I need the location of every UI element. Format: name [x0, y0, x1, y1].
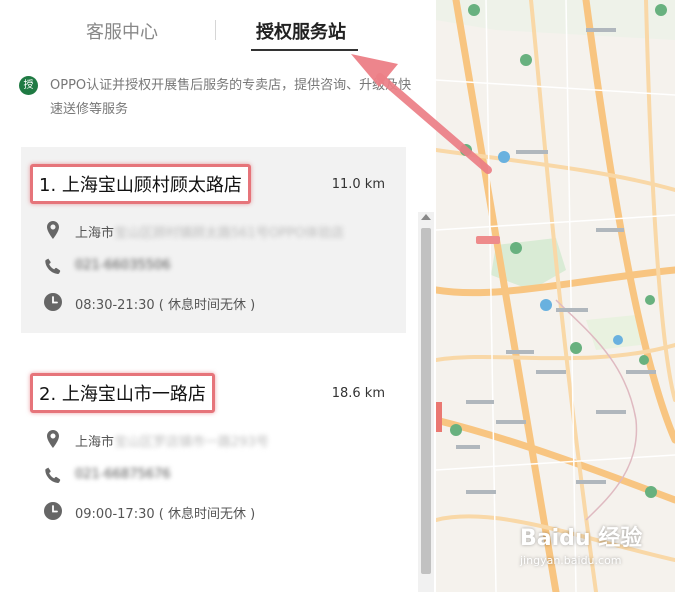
map-canvas	[436, 0, 675, 592]
map-view[interactable]	[436, 0, 675, 592]
store-name[interactable]: 2. 上海宝山市一路店	[30, 373, 215, 413]
notice-text: OPPO认证并授权开展售后服务的专卖店，提供咨询、升级及快速送修等服务	[50, 78, 412, 117]
clock-icon	[44, 293, 62, 311]
scrollbar[interactable]	[418, 212, 434, 592]
store-card[interactable]: 1. 上海宝山顾村顾太路店 11.0 km 上海市宝山区顾村镇顾太路561号OP…	[21, 147, 406, 333]
clock-icon	[44, 502, 62, 520]
tab-authorized-stations[interactable]: 授权服务站	[256, 18, 346, 44]
store-name[interactable]: 1. 上海宝山顾村顾太路店	[30, 164, 251, 204]
active-tab-underline	[251, 49, 358, 51]
scrollbar-thumb[interactable]	[421, 228, 431, 574]
store-distance: 11.0 km	[331, 177, 385, 192]
scroll-up-arrow-icon[interactable]	[421, 214, 431, 220]
store-phone-blurred[interactable]: 021-66035506	[75, 258, 171, 273]
phone-icon	[45, 467, 61, 483]
tab-divider	[215, 20, 216, 40]
store-locator-panel: 客服中心 授权服务站 授 OPPO认证并授权开展售后服务的专卖店，提供咨询、升级…	[0, 0, 436, 592]
watermark-url: jingyan.baidu.com	[520, 554, 622, 567]
store-hours: 08:30-21:30 ( 休息时间无休 )	[75, 298, 256, 313]
store-city: 上海市	[75, 226, 115, 241]
store-hours: 09:00-17:30 ( 休息时间无休 )	[75, 507, 256, 522]
store-distance: 18.6 km	[331, 386, 385, 401]
store-card[interactable]: 2. 上海宝山市一路店 18.6 km 上海市宝山区罗店镇市一路293号 021…	[21, 356, 406, 542]
phone-icon	[45, 258, 61, 274]
watermark-logo-text: Baidu 经验	[520, 526, 643, 551]
location-pin-icon	[47, 221, 59, 239]
store-phone-blurred[interactable]: 021-66875676	[75, 467, 171, 482]
store-address-blurred: 宝山区顾村镇顾太路561号OPPO体验店	[114, 226, 344, 241]
store-address-blurred: 宝山区罗店镇市一路293号	[114, 435, 269, 450]
store-city: 上海市	[75, 435, 115, 450]
tab-service-center[interactable]: 客服中心	[86, 18, 158, 44]
authorized-badge-icon: 授	[19, 76, 38, 95]
baidu-watermark: Baidu 经验 jingyan.baidu.com	[520, 520, 642, 567]
tab-bar: 客服中心 授权服务站	[0, 0, 436, 60]
location-pin-icon	[47, 430, 59, 448]
